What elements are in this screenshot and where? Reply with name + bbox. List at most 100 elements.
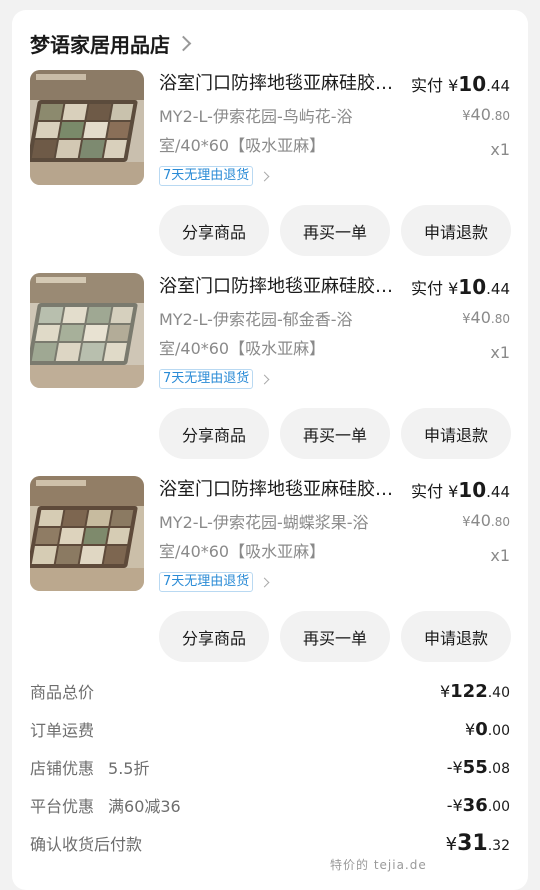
summary-row-store-discount: 店铺优惠 5.5折 -¥55.08 — [30, 752, 510, 782]
orig-decimal: .80 — [490, 515, 510, 529]
summary-row-shipping: 订单运费 ¥0.00 — [30, 714, 510, 744]
final-decimal: .32 — [487, 837, 510, 854]
return-policy-label: 7天无理由退货 — [159, 572, 254, 592]
orig-decimal: .80 — [490, 109, 510, 123]
item-actions: 分享商品 再买一单 申请退款 — [159, 205, 511, 256]
rebuy-button[interactable]: 再买一单 — [280, 408, 390, 459]
store-discount-label: 店铺优惠 — [30, 759, 95, 778]
orig-currency: ¥ — [462, 515, 471, 530]
paid-price: 实付 ¥10.44 — [411, 70, 510, 100]
product-title[interactable]: 浴室门口防摔地毯亚麻硅胶吸水垫 — [159, 273, 403, 301]
paid-decimal: .44 — [486, 280, 510, 298]
final-value: ¥31.32 — [446, 831, 510, 856]
rebuy-button[interactable]: 再买一单 — [280, 205, 390, 256]
summary-row-total: 商品总价 ¥122.40 — [30, 676, 510, 706]
summary-row-platform-discount: 平台优惠 满60减36 -¥36.00 — [30, 790, 510, 820]
chevron-right-icon — [259, 171, 270, 181]
paid-label: 实付 — [411, 76, 444, 95]
return-policy-label: 7天无理由退货 — [159, 166, 254, 186]
refund-button[interactable]: 申请退款 — [401, 408, 511, 459]
final-currency: ¥ — [445, 833, 458, 855]
return-policy-tag[interactable]: 7天无理由退货 — [159, 166, 270, 186]
watermark: 特价的 tejia.de — [330, 858, 427, 872]
shipping-value: ¥0.00 — [465, 719, 510, 740]
store-header[interactable]: 梦语家居用品店 — [30, 28, 192, 58]
total-label: 商品总价 — [30, 683, 95, 702]
product-spec: MY2-L-伊索花园-蝴蝶浆果-浴室/40*60【吸水亚麻】 — [159, 513, 369, 561]
platform-discount-detail: 满60减36 — [108, 797, 181, 816]
paid-currency: ¥ — [448, 76, 459, 95]
item-actions: 分享商品 再买一单 申请退款 — [159, 611, 511, 662]
store-discount-integer: 55 — [462, 756, 488, 778]
total-value: ¥122.40 — [440, 681, 510, 702]
original-price: ¥40.80 — [462, 308, 510, 327]
paid-label: 实付 — [411, 482, 444, 501]
rebuy-button[interactable]: 再买一单 — [280, 611, 390, 662]
refund-button[interactable]: 申请退款 — [401, 611, 511, 662]
platform-discount-prefix: -¥ — [446, 795, 463, 815]
product-title[interactable]: 浴室门口防摔地毯亚麻硅胶吸水垫 — [159, 476, 403, 504]
original-price: ¥40.80 — [462, 511, 510, 530]
original-price: ¥40.80 — [462, 105, 510, 124]
quantity: x1 — [490, 343, 510, 362]
return-policy-label: 7天无理由退货 — [159, 369, 254, 389]
final-label: 确认收货后付款 — [30, 835, 143, 854]
platform-discount-value: -¥36.00 — [447, 795, 510, 816]
store-discount-value: -¥55.08 — [447, 757, 510, 778]
paid-decimal: .44 — [486, 77, 510, 95]
refund-button[interactable]: 申请退款 — [401, 205, 511, 256]
order-item[interactable]: 浴室门口防摔地毯亚麻硅胶吸水垫 实付 ¥10.44 MY2-L-伊索花园-郁金香… — [12, 273, 528, 473]
chevron-right-icon — [175, 35, 192, 51]
platform-discount-integer: 36 — [462, 794, 488, 816]
summary-row-final: 确认收货后付款 ¥31.32 — [30, 828, 510, 858]
share-button[interactable]: 分享商品 — [159, 611, 269, 662]
total-integer: 122 — [450, 680, 488, 702]
orig-decimal: .80 — [490, 312, 510, 326]
orig-currency: ¥ — [462, 109, 471, 124]
product-image[interactable] — [30, 70, 144, 185]
store-discount-detail: 5.5折 — [108, 759, 150, 778]
return-policy-tag[interactable]: 7天无理由退货 — [159, 369, 270, 389]
orig-integer: 40 — [470, 308, 491, 327]
paid-price: 实付 ¥10.44 — [411, 476, 510, 506]
paid-integer: 10 — [458, 72, 487, 96]
paid-label: 实付 — [411, 279, 444, 298]
return-policy-tag[interactable]: 7天无理由退货 — [159, 572, 270, 592]
quantity: x1 — [490, 140, 510, 159]
share-button[interactable]: 分享商品 — [159, 205, 269, 256]
chevron-right-icon — [259, 577, 270, 587]
platform-discount-decimal: .00 — [487, 798, 510, 815]
store-name: 梦语家居用品店 — [30, 32, 170, 57]
order-card: 梦语家居用品店 浴室门口防摔地毯亚麻硅胶吸水垫 实付 ¥10.44 MY2-L-… — [12, 10, 528, 890]
product-image[interactable] — [30, 273, 144, 388]
item-actions: 分享商品 再买一单 申请退款 — [159, 408, 511, 459]
paid-currency: ¥ — [448, 279, 459, 298]
chevron-right-icon — [259, 374, 270, 384]
shipping-decimal: .00 — [487, 722, 510, 739]
total-decimal: .40 — [487, 684, 510, 701]
paid-integer: 10 — [458, 275, 487, 299]
shipping-currency: ¥ — [465, 719, 476, 739]
total-currency: ¥ — [439, 681, 451, 701]
shipping-integer: 0 — [475, 718, 488, 740]
paid-integer: 10 — [458, 478, 487, 502]
product-title[interactable]: 浴室门口防摔地毯亚麻硅胶吸水垫 — [159, 70, 403, 98]
product-spec: MY2-L-伊索花园-郁金香-浴室/40*60【吸水亚麻】 — [159, 310, 353, 358]
quantity: x1 — [490, 546, 510, 565]
product-spec: MY2-L-伊索花园-鸟屿花-浴室/40*60【吸水亚麻】 — [159, 107, 353, 155]
share-button[interactable]: 分享商品 — [159, 408, 269, 459]
order-item[interactable]: 浴室门口防摔地毯亚麻硅胶吸水垫 实付 ¥10.44 MY2-L-伊索花园-鸟屿花… — [12, 70, 528, 270]
final-integer: 31 — [457, 830, 488, 856]
order-item[interactable]: 浴室门口防摔地毯亚麻硅胶吸水垫 实付 ¥10.44 MY2-L-伊索花园-蝴蝶浆… — [12, 476, 528, 676]
orig-currency: ¥ — [462, 312, 471, 327]
shipping-label: 订单运费 — [30, 721, 95, 740]
platform-discount-label: 平台优惠 — [30, 797, 95, 816]
orig-integer: 40 — [470, 105, 491, 124]
product-image[interactable] — [30, 476, 144, 591]
store-discount-prefix: -¥ — [446, 757, 463, 777]
store-discount-decimal: .08 — [487, 760, 510, 777]
orig-integer: 40 — [470, 511, 491, 530]
paid-currency: ¥ — [448, 482, 459, 501]
paid-decimal: .44 — [486, 483, 510, 501]
paid-price: 实付 ¥10.44 — [411, 273, 510, 303]
